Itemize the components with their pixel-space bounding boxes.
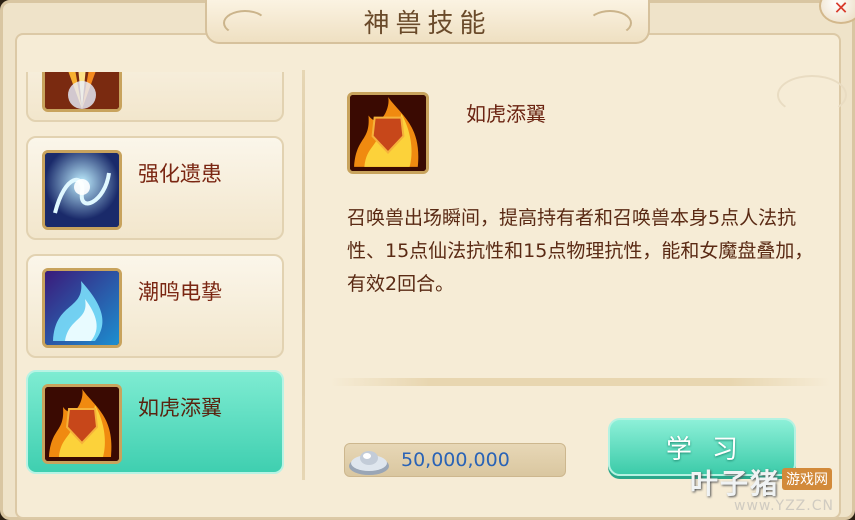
skill-item-chaoming[interactable]: 潮鸣电挚 xyxy=(26,254,284,358)
blue-spirit-icon xyxy=(42,150,122,230)
skill-item-label: 如虎添翼 xyxy=(138,396,222,420)
skill-description: 召唤兽出场瞬间，提高持有者和召唤兽本身5点人法抗性、15点仙法抗性和15点物理抗… xyxy=(347,207,814,295)
skill-item-partial[interactable] xyxy=(26,72,284,122)
tiger-flame-icon xyxy=(347,92,429,174)
close-icon: ✕ xyxy=(833,0,849,19)
watermark-url: www.YZZ.CN xyxy=(734,498,834,514)
wave-flame-icon xyxy=(42,268,122,348)
skill-item-label: 潮鸣电挚 xyxy=(138,280,222,304)
watermark: 叶子猪 游戏网 www.YZZ.CN xyxy=(660,462,850,518)
page-title: 神兽技能 xyxy=(363,8,492,39)
learn-button-label: 学习 xyxy=(665,434,758,465)
section-separator xyxy=(330,378,830,386)
cloud-ornament xyxy=(777,75,847,115)
skill-item-label: 强化遗患 xyxy=(138,162,222,186)
watermark-sub: 游戏网 xyxy=(782,468,832,490)
tiger-flame-icon xyxy=(42,384,122,464)
title-banner: 神兽技能 xyxy=(205,0,650,44)
cost-value: 50,000,000 xyxy=(401,449,510,471)
panel-divider xyxy=(302,70,305,480)
fire-rays-icon xyxy=(42,72,122,112)
detail-skill-name: 如虎添翼 xyxy=(466,102,546,126)
cost-display: 50,000,000 xyxy=(344,443,566,477)
skill-item-qianghua[interactable]: 强化遗患 xyxy=(26,136,284,240)
watermark-main: 叶子猪 xyxy=(690,467,781,500)
skill-item-ruhu[interactable]: 如虎添翼 xyxy=(26,370,284,474)
skill-list[interactable]: 强化遗患 潮鸣电挚 如虎添翼 xyxy=(22,72,290,482)
silver-ingot-icon xyxy=(349,451,389,475)
